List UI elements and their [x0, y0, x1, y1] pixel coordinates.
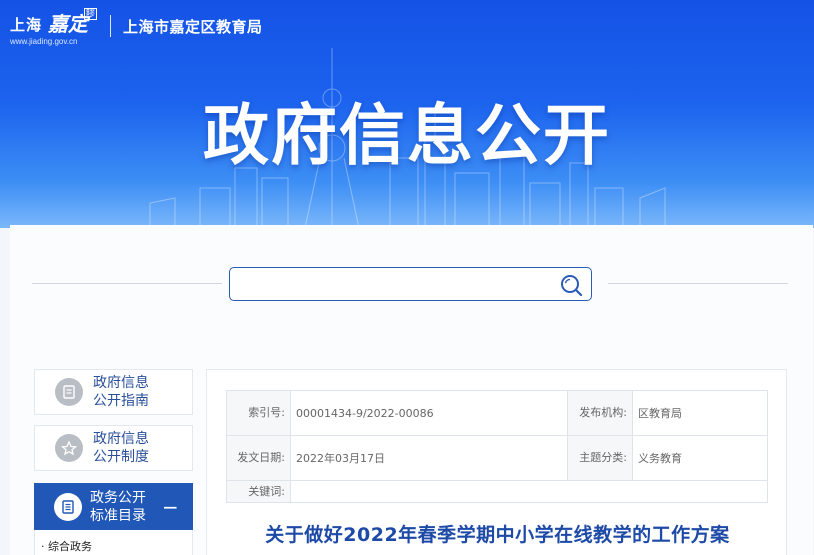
rules-icon [55, 434, 83, 462]
meta-index-value: 00001434-9/2022-00086 [290, 390, 568, 436]
bureau-name[interactable]: 上海市嘉定区教育局 [123, 16, 263, 37]
meta-publisher-label: 发布机构: [567, 390, 633, 436]
search-input[interactable] [229, 267, 592, 301]
logo-divider [110, 15, 111, 37]
meta-category-label: 主题分类: [567, 435, 633, 481]
collapse-toggle[interactable]: − [162, 497, 179, 517]
banner-title: 政府信息公开 [203, 97, 611, 174]
search-icon[interactable] [559, 273, 583, 297]
sidebar-item-rules[interactable]: 政府信息公开制度 [34, 425, 193, 471]
document-meta-table: 索引号: 00001434-9/2022-00086 发布机构: 区教育局 发文… [226, 390, 768, 503]
sidebar-item-guide[interactable]: 政府信息公开指南 [34, 369, 193, 415]
document-title: 关于做好2022年春季学期中小学在线教学的工作方案 [265, 524, 730, 546]
logo-script: 嘉定 [48, 12, 88, 36]
sidebar-item-label: 政务公开标准目录 [90, 489, 146, 524]
header-banner: 上海 嘉定 疁 www.jiading.gov.cn 上海市嘉定区教育局 政府信… [0, 0, 814, 228]
sidebar-item-label: 政府信息公开制度 [93, 431, 149, 465]
main-panel: 政府信息公开指南 政府信息公开制度 政务公开标准目录 − · 综合政务 索引号:… [10, 225, 813, 555]
meta-category-value: 义务教育 [632, 435, 768, 481]
meta-keywords-label: 关键词: [226, 480, 291, 503]
sidebar-item-label: 政府信息公开指南 [93, 375, 149, 409]
sidebar-subitem-general[interactable]: · 综合政务 [34, 530, 193, 555]
search-divider-left [32, 283, 222, 284]
sidebar-item-catalog[interactable]: 政务公开标准目录 − [34, 483, 193, 530]
meta-date-value: 2022年03月17日 [290, 435, 568, 481]
meta-publisher-value: 区教育局 [632, 390, 768, 436]
meta-date-label: 发文日期: [226, 435, 291, 481]
catalog-icon [54, 492, 82, 521]
site-logo[interactable]: 上海 嘉定 疁 www.jiading.gov.cn [10, 8, 98, 50]
guide-icon [55, 378, 83, 406]
logo-url: www.jiading.gov.cn [10, 37, 78, 46]
search-divider-right [608, 283, 788, 284]
logo-seal: 疁 [84, 8, 98, 20]
content-panel: 索引号: 00001434-9/2022-00086 发布机构: 区教育局 发文… [206, 369, 787, 555]
meta-keywords-value [290, 480, 768, 503]
logo-text: 上海 [10, 16, 43, 34]
meta-index-label: 索引号: [226, 390, 291, 436]
